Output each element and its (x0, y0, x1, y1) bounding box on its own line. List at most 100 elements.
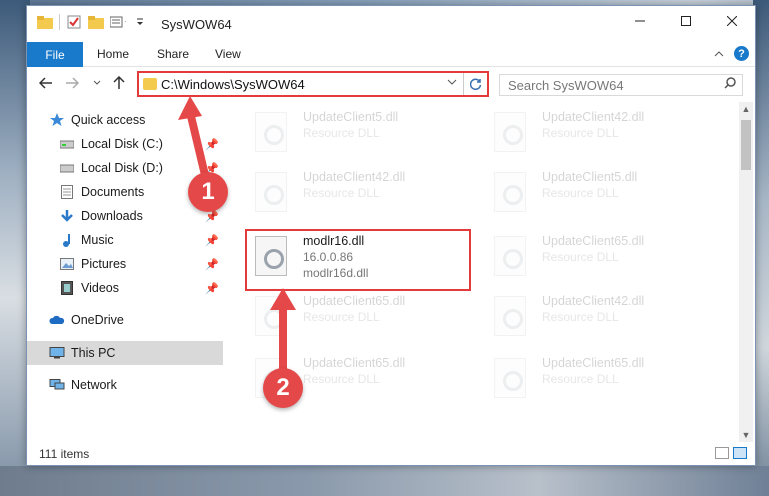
sidebar-item-label: Videos (81, 281, 119, 295)
sidebar-item-downloads[interactable]: Downloads 📌 (27, 204, 223, 228)
refresh-button[interactable] (463, 73, 487, 95)
file-item[interactable]: UpdateClient65.dll Resource DLL (486, 230, 716, 292)
tab-view[interactable]: View (215, 47, 241, 61)
sidebar-item-label: Music (81, 233, 114, 247)
file-item[interactable]: UpdateClient42.dll Resource DLL (486, 290, 716, 352)
tab-file[interactable]: File (27, 42, 83, 67)
up-button[interactable] (113, 75, 125, 93)
sidebar-item-label: Downloads (81, 209, 143, 223)
file-name: UpdateClient5.dll (303, 110, 399, 124)
sidebar-item-label: This PC (71, 346, 116, 360)
scroll-down-icon[interactable]: ▼ (739, 428, 753, 442)
sidebar-item-quick-access[interactable]: Quick access (27, 108, 223, 132)
dll-file-icon (255, 112, 287, 152)
pc-icon (49, 345, 65, 361)
navigation-pane: Quick access Local Disk (C:) 📌 Local Dis… (27, 106, 223, 436)
file-name: UpdateClient65.dll (542, 234, 645, 248)
sidebar-item-label: Documents (81, 185, 145, 199)
file-item[interactable]: UpdateClient42.dll Resource DLL (247, 166, 477, 228)
file-name: UpdateClient42.dll (542, 294, 645, 308)
file-item[interactable]: UpdateClient65.dll Resource DLL (247, 290, 477, 352)
pin-icon[interactable]: 📌 (205, 234, 219, 247)
large-icons-view-icon[interactable] (733, 447, 747, 459)
drive-icon (59, 160, 75, 176)
file-type: Resource DLL (542, 186, 619, 200)
scrollbar-thumb[interactable] (741, 120, 751, 170)
arrow-right-icon (66, 77, 80, 89)
sidebar-item-network[interactable]: Network (27, 373, 223, 397)
onedrive-icon (49, 312, 65, 328)
tab-home[interactable]: Home (97, 47, 129, 61)
close-icon (727, 16, 737, 26)
file-type: Resource DLL (303, 126, 380, 140)
file-name: UpdateClient65.dll (303, 356, 406, 370)
file-item[interactable]: UpdateClient42.dll Resource DLL (486, 106, 716, 168)
arrow-up-icon (113, 75, 125, 89)
file-name: UpdateClient42.dll (303, 170, 406, 184)
dll-file-icon (494, 112, 526, 152)
refresh-icon (469, 78, 481, 90)
pin-icon[interactable]: 📌 (205, 258, 219, 271)
pin-icon[interactable]: 📌 (205, 138, 219, 151)
file-item[interactable]: UpdateClient5.dll Resource DLL (247, 106, 477, 168)
sidebar-item-music[interactable]: Music 📌 (27, 228, 223, 252)
vertical-scrollbar[interactable]: ▲ ▼ (739, 102, 753, 442)
status-bar: 111 items (27, 443, 755, 465)
file-name: UpdateClient42.dll (542, 110, 645, 124)
search-icon[interactable] (724, 77, 736, 92)
scroll-up-icon[interactable]: ▲ (739, 102, 753, 116)
address-path[interactable]: C:\Windows\SysWOW64 (161, 77, 305, 92)
window-controls (617, 6, 755, 36)
file-type: Resource DLL (542, 372, 619, 386)
address-bar[interactable]: C:\Windows\SysWOW64 (137, 71, 489, 97)
desktop-background-bottom (0, 466, 769, 496)
close-button[interactable] (709, 6, 755, 36)
sidebar-item-label: Local Disk (C:) (81, 137, 163, 151)
drive-icon (59, 136, 75, 152)
dll-file-icon (494, 236, 526, 276)
tab-share[interactable]: Share (157, 47, 189, 61)
help-icon[interactable]: ? (734, 46, 749, 61)
file-type: Resource DLL (303, 372, 380, 386)
file-type: Resource DLL (542, 250, 619, 264)
sidebar-item-onedrive[interactable]: OneDrive (27, 308, 223, 332)
chevron-down-icon[interactable] (132, 14, 148, 30)
chevron-down-icon[interactable] (447, 76, 457, 90)
sidebar-item-label: Quick access (71, 113, 146, 127)
sidebar-item-pictures[interactable]: Pictures 📌 (27, 252, 223, 276)
pictures-icon (59, 256, 75, 272)
file-item[interactable]: UpdateClient5.dll Resource DLL (486, 166, 716, 228)
recent-locations-button[interactable] (93, 76, 101, 92)
sidebar-item-this-pc[interactable]: This PC (27, 341, 223, 365)
minimize-button[interactable] (617, 6, 663, 36)
maximize-button[interactable] (663, 6, 709, 36)
file-name: UpdateClient65.dll (542, 356, 645, 370)
minimize-icon (635, 20, 645, 22)
search-placeholder[interactable]: Search SysWOW64 (508, 78, 624, 93)
navigation-bar: C:\Windows\SysWOW64 Search SysWOW64 (27, 68, 755, 100)
maximize-icon (681, 16, 691, 26)
properties-icon[interactable] (66, 14, 82, 30)
file-name: UpdateClient5.dll (542, 170, 638, 184)
pin-icon[interactable]: 📌 (205, 282, 219, 295)
details-view-icon[interactable] (715, 447, 729, 459)
annotation-badge-2: 2 (263, 368, 303, 408)
new-folder-icon[interactable] (88, 14, 104, 30)
file-item[interactable]: UpdateClient65.dll Resource DLL (486, 352, 716, 414)
sidebar-item-videos[interactable]: Videos 📌 (27, 276, 223, 300)
annotation-badge-1: 1 (188, 172, 228, 212)
title-bar: SysWOW64 (27, 6, 755, 42)
documents-icon (59, 184, 75, 200)
sidebar-item-label: Pictures (81, 257, 127, 271)
back-button[interactable] (38, 76, 53, 92)
forward-button[interactable] (65, 76, 80, 92)
folder-icon[interactable] (37, 14, 53, 30)
toolbar-divider (59, 14, 60, 30)
expand-ribbon-icon[interactable] (714, 47, 724, 61)
window-title: SysWOW64 (161, 17, 232, 32)
file-type: Resource DLL (542, 310, 619, 324)
sidebar-item-label: Network (71, 378, 117, 392)
customize-toolbar-icon[interactable] (110, 14, 126, 30)
sidebar-item-local-disk-c[interactable]: Local Disk (C:) 📌 (27, 132, 223, 156)
search-box[interactable]: Search SysWOW64 (499, 74, 743, 96)
